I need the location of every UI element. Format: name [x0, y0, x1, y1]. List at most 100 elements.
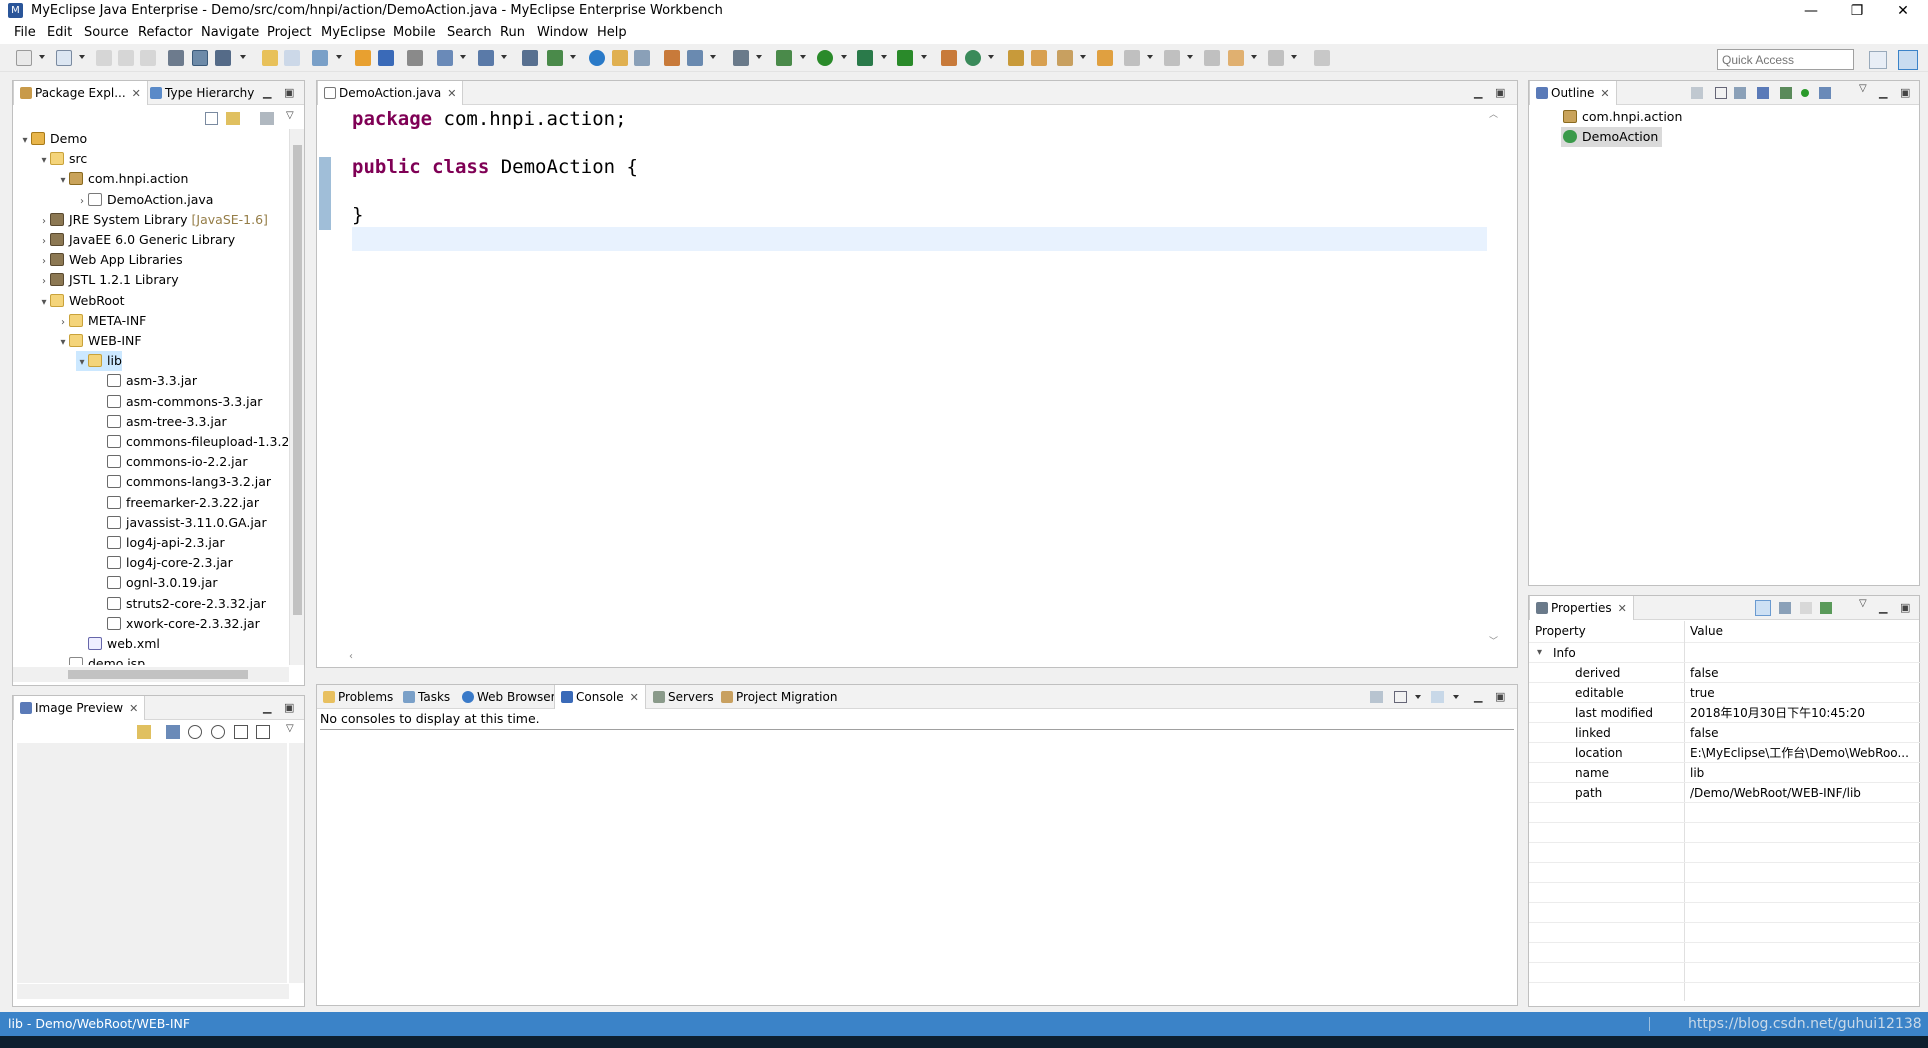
tree-item[interactable]: ▾ WEB-INF [57, 331, 141, 353]
tree-item[interactable]: log4j-core-2.3.jar [95, 553, 233, 573]
property-row[interactable]: last modified 2018年10月30日下午10:45:20 [1529, 703, 1921, 723]
undo-icon[interactable] [262, 50, 278, 66]
link-with-editor-icon[interactable] [226, 112, 240, 125]
show-categories-icon[interactable] [1755, 600, 1771, 616]
tree-item[interactable]: ▾ com.hnpi.action [57, 169, 188, 189]
minimize-icon[interactable]: ▁ [263, 86, 271, 99]
maximize-icon[interactable]: ▣ [284, 86, 294, 99]
new-package-dropdown-icon[interactable] [570, 55, 576, 59]
maximize-icon[interactable]: ▣ [284, 701, 294, 714]
close-icon[interactable]: ✕ [630, 691, 639, 704]
tab-outline[interactable]: Outline ✕ [1529, 81, 1617, 105]
view-dropdown-icon[interactable] [756, 55, 762, 59]
web-tool-dropdown-icon[interactable] [501, 55, 507, 59]
property-row[interactable]: derived false [1529, 663, 1921, 683]
open-console-icon[interactable] [1431, 691, 1444, 703]
open-folder-icon[interactable] [612, 50, 628, 66]
filter-icon[interactable] [260, 112, 274, 125]
maximize-icon[interactable]: ▣ [1495, 690, 1505, 703]
tree-item[interactable]: commons-lang3-3.2.jar [95, 472, 271, 492]
code-line-5[interactable]: } [352, 204, 363, 226]
close-icon[interactable]: ✕ [447, 87, 456, 100]
new-java-class-icon[interactable] [965, 50, 981, 66]
deploy-icon[interactable] [312, 50, 328, 66]
pin-console-icon[interactable] [1370, 691, 1383, 703]
annotation-dropdown-icon[interactable] [1080, 55, 1086, 59]
chevron-right-icon[interactable]: › [38, 252, 50, 272]
run-server-dropdown-icon[interactable] [460, 55, 466, 59]
annotation-icon[interactable] [1057, 50, 1073, 66]
hide-local-types-icon[interactable] [1819, 87, 1831, 99]
new-web-project-icon[interactable] [941, 50, 957, 66]
menu-run[interactable]: Run [500, 25, 525, 40]
tree-item[interactable]: › JavaEE 6.0 Generic Library [38, 230, 235, 250]
scrollbar-thumb[interactable] [68, 670, 248, 679]
editor-vertical-scrollbar[interactable]: ︿ ﹀ [1487, 107, 1502, 647]
menu-edit[interactable]: Edit [47, 25, 72, 40]
run-icon[interactable] [817, 50, 833, 66]
sort-icon[interactable] [1734, 87, 1746, 99]
pin-properties-icon[interactable] [1820, 602, 1832, 614]
tab-package-explorer[interactable]: Package Expl... ✕ [13, 81, 148, 105]
tab-console[interactable]: Console ✕ [554, 685, 646, 709]
pin-editor-icon[interactable] [1314, 50, 1330, 66]
menu-window[interactable]: Window [537, 25, 588, 40]
zoom-in-icon[interactable] [211, 725, 225, 739]
menu-file[interactable]: File [14, 25, 36, 40]
tab-project-migration[interactable]: Project Migration [715, 685, 843, 709]
tree-item[interactable]: ▾ lib [76, 351, 122, 372]
preview-vertical-scrollbar[interactable] [289, 743, 304, 983]
outline-item-package[interactable]: com.hnpi.action [1563, 107, 1682, 127]
chevron-down-icon[interactable]: ▾ [19, 131, 31, 151]
tree-item[interactable]: ▾ WebRoot [38, 291, 124, 311]
tree-item[interactable]: demo.jsp [57, 654, 145, 665]
tab-web-browser[interactable]: Web Browser [456, 685, 562, 709]
collapse-all-icon[interactable] [1715, 87, 1727, 99]
collapse-all-icon[interactable] [205, 112, 218, 125]
back-icon[interactable] [1228, 50, 1244, 66]
editor-horizontal-scrollbar[interactable]: ‹ [347, 651, 1487, 666]
chevron-right-icon[interactable]: › [57, 313, 69, 333]
close-icon[interactable]: ✕ [132, 87, 141, 100]
actual-size-icon[interactable] [234, 725, 248, 739]
maximize-icon[interactable]: ▣ [1900, 601, 1910, 614]
run-server-icon[interactable] [437, 50, 453, 66]
minimize-icon[interactable]: ▁ [1474, 86, 1482, 99]
fit-image-icon[interactable] [166, 725, 180, 739]
database-icon[interactable] [378, 50, 394, 66]
display-console-icon[interactable] [1394, 691, 1407, 703]
toggle-mark-icon[interactable] [192, 50, 208, 66]
show-advanced-icon[interactable] [1779, 602, 1791, 614]
tree-item[interactable]: asm-commons-3.3.jar [95, 392, 262, 412]
menu-refactor[interactable]: Refactor [138, 25, 193, 40]
tab-problems[interactable]: Problems [317, 685, 399, 709]
menu-myeclipse[interactable]: MyEclipse [321, 25, 386, 40]
scroll-down-icon[interactable]: ﹀ [1489, 634, 1498, 647]
run-external-icon[interactable] [897, 50, 913, 66]
run-dropdown-icon[interactable] [841, 55, 847, 59]
tree-item[interactable]: › JSTL 1.2.1 Library [38, 270, 179, 290]
hide-static-icon[interactable] [1780, 87, 1792, 99]
tree-item[interactable]: ▾ Demo [19, 129, 87, 149]
tree-item[interactable]: asm-tree-3.3.jar [95, 412, 227, 432]
tree-item[interactable]: › DemoAction.java [76, 190, 213, 210]
coverage-dropdown-icon[interactable] [881, 55, 887, 59]
globe-icon[interactable] [589, 50, 605, 66]
code-line-1[interactable]: package com.hnpi.action; [352, 108, 627, 130]
view-icon[interactable] [733, 50, 749, 66]
close-icon[interactable]: ✕ [129, 702, 138, 715]
chevron-down-icon[interactable]: ▾ [57, 333, 69, 353]
hide-non-public-icon[interactable] [1801, 89, 1809, 97]
property-row[interactable]: location E:\MyEclipse\工作台\Demo\WebRoo... [1529, 743, 1921, 763]
tab-properties[interactable]: Properties ✕ [1529, 596, 1634, 620]
scrollbar-thumb[interactable] [293, 145, 302, 615]
open-icon[interactable] [56, 50, 72, 66]
minimize-icon[interactable]: ▁ [263, 701, 271, 714]
chevron-down-icon[interactable]: ▾ [57, 171, 69, 191]
maximize-icon[interactable]: ▣ [1900, 86, 1910, 99]
run-external-dropdown-icon[interactable] [921, 55, 927, 59]
tab-servers[interactable]: Servers [647, 685, 720, 709]
chevron-right-icon[interactable]: › [76, 192, 88, 212]
minimize-icon[interactable]: ▁ [1879, 601, 1887, 614]
tree-item[interactable]: xwork-core-2.3.32.jar [95, 614, 260, 634]
